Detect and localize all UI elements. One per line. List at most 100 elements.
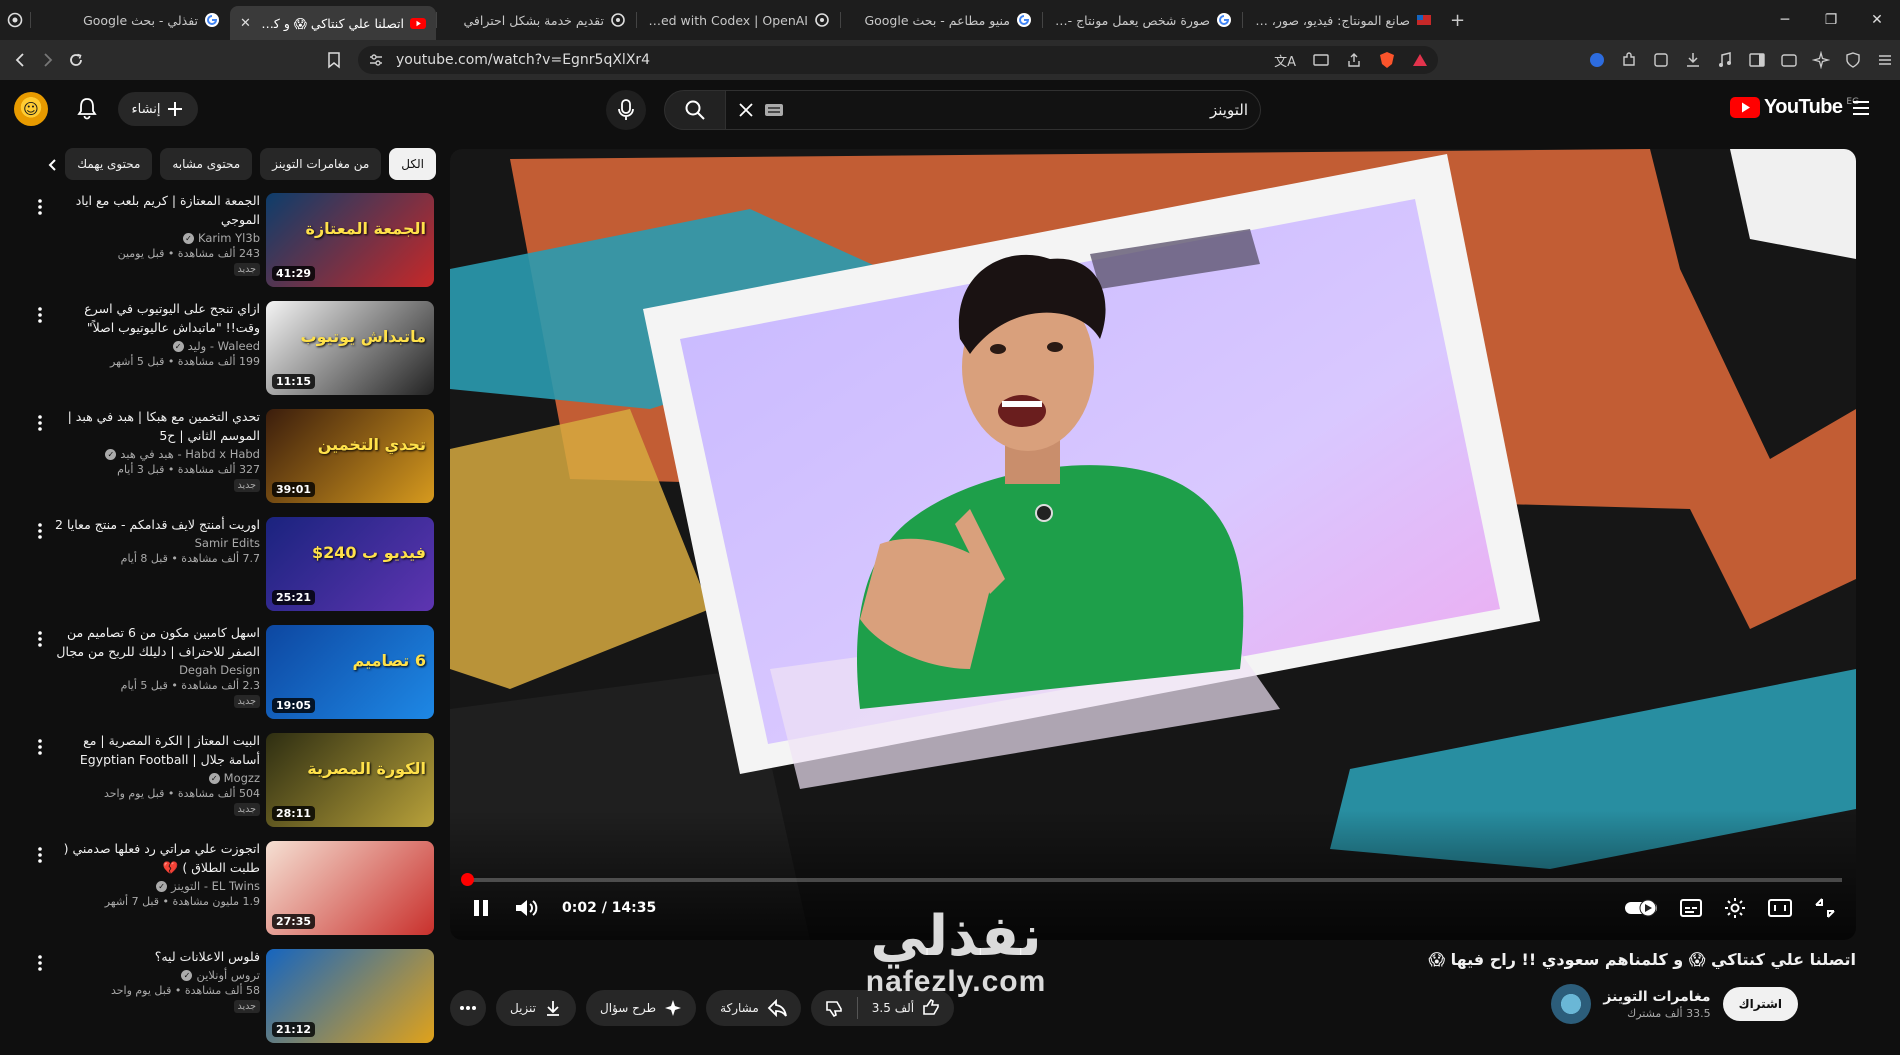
back-button[interactable] bbox=[6, 46, 34, 74]
related-video-item[interactable]: تحدي التخمين مع هبكا | هبد في هبد | المو… bbox=[0, 407, 438, 515]
keyboard-icon[interactable] bbox=[764, 103, 784, 117]
share-button[interactable]: مشاركة bbox=[706, 990, 801, 1026]
related-channel-name[interactable]: EL Twins - التوينز bbox=[171, 879, 260, 893]
related-video-thumbnail[interactable]: فيديو ب 240$ 25:21 bbox=[266, 517, 434, 611]
related-video-thumbnail[interactable]: الكورة المصرية 28:11 bbox=[266, 733, 434, 827]
vpn-shield-icon[interactable] bbox=[1844, 51, 1862, 69]
brave-shield-icon[interactable] bbox=[1378, 51, 1396, 69]
bookmark-button[interactable] bbox=[326, 46, 342, 74]
translate-icon[interactable]: 文A bbox=[1274, 51, 1296, 70]
related-channel-name[interactable]: Karim Yl3b bbox=[198, 231, 260, 245]
autoplay-toggle[interactable] bbox=[1624, 899, 1658, 917]
brave-rewards-icon[interactable] bbox=[1412, 52, 1428, 68]
more-actions-button[interactable] bbox=[450, 990, 486, 1026]
related-video-item[interactable]: فلوس الاعلانات ليه؟ تروس أونلاين ✓ 58 ألف م… bbox=[0, 947, 438, 1055]
pause-button[interactable] bbox=[470, 897, 492, 919]
search-input[interactable] bbox=[784, 101, 1248, 119]
sidebar-toggle-icon[interactable] bbox=[1748, 51, 1766, 69]
settings-button[interactable] bbox=[1724, 897, 1746, 919]
related-video-title[interactable]: البيت المعتاز | الكرة المصرية | مع أسامة… bbox=[50, 731, 260, 769]
related-video-item[interactable]: اوريت أمنتج لايف قدامكم - منتج معايا 2 Sa… bbox=[0, 515, 438, 623]
screenshot-icon[interactable] bbox=[1652, 51, 1670, 69]
subscribe-button[interactable]: اشتراك bbox=[1722, 987, 1798, 1021]
browser-menu-icon[interactable] bbox=[0, 0, 30, 40]
related-video-title[interactable]: اتجوزت علي مراتي رد فعلها صدمني ( طلبت ا… bbox=[50, 839, 260, 877]
like-button[interactable]: 3.5 ألف bbox=[858, 990, 954, 1026]
related-video-thumbnail[interactable]: ماتبداش يوتيوب 11:15 bbox=[266, 301, 434, 395]
youtube-logo[interactable]: YouTube EG bbox=[1730, 96, 1859, 119]
account-avatar[interactable]: ☺ bbox=[14, 92, 48, 126]
new-tab-button[interactable]: + bbox=[1442, 0, 1473, 40]
related-video-title[interactable]: ازاي تنجح على اليوتيوب في اسرع وقت!! "ما… bbox=[50, 299, 260, 337]
related-channel-name[interactable]: Samir Edits bbox=[195, 536, 260, 550]
filter-chip[interactable]: من مغامرات التوينز bbox=[260, 148, 382, 180]
download-button[interactable]: تنزيل bbox=[496, 990, 577, 1026]
video-options-button[interactable] bbox=[30, 413, 50, 433]
subtitles-button[interactable] bbox=[1680, 899, 1702, 917]
browser-tab[interactable]: تفذلي - بحث Google bbox=[30, 0, 230, 40]
wallet-icon[interactable] bbox=[1780, 51, 1798, 69]
reload-button[interactable] bbox=[62, 46, 90, 74]
related-channel-name[interactable]: Habd x Habd - هبد في هبد bbox=[120, 447, 260, 461]
video-options-button[interactable] bbox=[30, 521, 50, 541]
ask-button[interactable]: طرح سؤال bbox=[586, 990, 697, 1026]
related-channel-name[interactable]: Waleed - وليد bbox=[188, 339, 260, 353]
related-video-title[interactable]: اوريت أمنتج لايف قدامكم - منتج معايا 2 bbox=[50, 515, 260, 534]
filter-chip[interactable]: محتوى مشابه bbox=[160, 148, 253, 180]
related-video-thumbnail[interactable]: 27:35 bbox=[266, 841, 434, 935]
video-options-button[interactable] bbox=[30, 953, 50, 973]
minimize-button[interactable]: ─ bbox=[1762, 0, 1808, 40]
video-player[interactable]: 0:02 / 14:35 bbox=[450, 149, 1856, 940]
cast-icon[interactable] bbox=[1312, 52, 1330, 68]
related-video-item[interactable]: اسهل كامبين مكون من 6 تصاميم من الصفر لل… bbox=[0, 623, 438, 731]
ai-assistant-icon[interactable] bbox=[1812, 51, 1830, 69]
browser-tab[interactable]: اتصلنا علي كنتاكي 😱 و كلمناهم سعودي ✕ bbox=[230, 6, 436, 40]
site-settings-icon[interactable] bbox=[368, 52, 384, 68]
vpn-extension-icon[interactable] bbox=[1588, 51, 1606, 69]
filter-chip[interactable]: محتوى يهمك bbox=[65, 148, 153, 180]
video-options-button[interactable] bbox=[30, 845, 50, 865]
close-tab-icon[interactable]: ✕ bbox=[240, 16, 251, 31]
related-video-item[interactable]: الجمعة المعتازة | كريم بلعب مع اياد المو… bbox=[0, 191, 438, 299]
browser-tab[interactable]: Get started with Codex | OpenAI bbox=[636, 0, 840, 40]
browser-tab[interactable]: صورة شخص يعمل مونتاج - بحث Google bbox=[1042, 0, 1242, 40]
search-button[interactable] bbox=[664, 90, 726, 130]
browser-tab[interactable]: تقديم خدمة بشكل احترافي bbox=[436, 0, 636, 40]
address-bar[interactable]: youtube.com/watch?v=Egnr5qXlXr4 文A bbox=[358, 46, 1438, 74]
video-options-button[interactable] bbox=[30, 629, 50, 649]
close-window-button[interactable]: ✕ bbox=[1854, 0, 1900, 40]
related-video-title[interactable]: تحدي التخمين مع هبكا | هبد في هبد | المو… bbox=[50, 407, 260, 445]
forward-button[interactable] bbox=[34, 46, 62, 74]
dislike-button[interactable] bbox=[811, 990, 857, 1026]
channel-name[interactable]: مغامرات التوينز bbox=[1603, 989, 1710, 1005]
media-control-icon[interactable] bbox=[1716, 51, 1734, 69]
clear-search-icon[interactable] bbox=[738, 102, 754, 118]
guide-menu-button[interactable] bbox=[1851, 99, 1871, 117]
video-options-button[interactable] bbox=[30, 737, 50, 757]
related-video-thumbnail[interactable]: 6 تصاميم 19:05 bbox=[266, 625, 434, 719]
browser-tab[interactable]: صانع المونتاج: فيديو، صور، وموسيقى bbox=[1242, 0, 1442, 40]
related-video-title[interactable]: فلوس الاعلانات ليه؟ bbox=[50, 947, 260, 966]
progress-bar[interactable] bbox=[461, 873, 1842, 886]
mute-button[interactable] bbox=[514, 897, 540, 919]
voice-search-button[interactable] bbox=[606, 90, 646, 130]
related-video-thumbnail[interactable]: تحدي التخمين 39:01 bbox=[266, 409, 434, 503]
related-video-item[interactable]: ازاي تنجح على اليوتيوب في اسرع وقت!! "ما… bbox=[0, 299, 438, 407]
related-video-title[interactable]: اسهل كامبين مكون من 6 تصاميم من الصفر لل… bbox=[50, 623, 260, 661]
related-channel-name[interactable]: Mogzz bbox=[224, 771, 260, 785]
browser-tab[interactable]: منيو مطاعم - بحث Google bbox=[840, 0, 1042, 40]
video-options-button[interactable] bbox=[30, 305, 50, 325]
related-video-item[interactable]: البيت المعتاز | الكرة المصرية | مع أسامة… bbox=[0, 731, 438, 839]
video-options-button[interactable] bbox=[30, 197, 50, 217]
browser-menu-hamburger-icon[interactable] bbox=[1876, 51, 1894, 69]
notifications-button[interactable] bbox=[76, 96, 98, 120]
related-channel-name[interactable]: تروس أونلاين bbox=[196, 968, 260, 982]
downloads-icon[interactable] bbox=[1684, 51, 1702, 69]
related-video-item[interactable]: اتجوزت علي مراتي رد فعلها صدمني ( طلبت ا… bbox=[0, 839, 438, 947]
extensions-puzzle-icon[interactable] bbox=[1620, 51, 1638, 69]
maximize-button[interactable]: ❐ bbox=[1808, 0, 1854, 40]
channel-avatar[interactable] bbox=[1551, 984, 1592, 1024]
share-page-icon[interactable] bbox=[1346, 52, 1362, 68]
related-channel-name[interactable]: Degah Design bbox=[179, 663, 260, 677]
filter-chip[interactable]: الكل bbox=[389, 148, 436, 180]
